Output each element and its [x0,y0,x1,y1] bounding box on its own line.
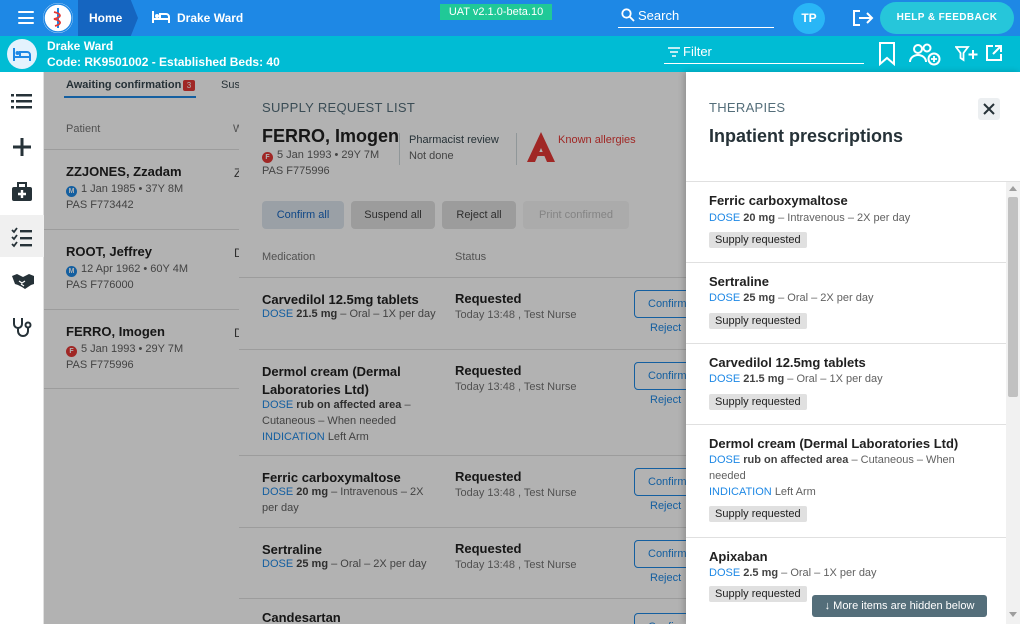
therapy-item[interactable]: Dermol cream (Dermal Laboratories Ltd) D… [686,425,1006,538]
status-badge: Supply requested [709,506,807,522]
therapy-name: Apixaban [709,549,768,564]
therapy-item[interactable]: Ferric carboxymaltose DOSE 20 mg – Intra… [686,182,1006,263]
dose-value: 20 mg [743,212,776,224]
close-button[interactable] [978,98,1000,120]
dose-value: 2.5 mg [743,567,779,579]
panel-dim-overlay [239,72,687,624]
menu-icon[interactable] [18,11,34,24]
therapy-item[interactable]: Carvedilol 12.5mg tablets DOSE 21.5 mg –… [686,344,1006,425]
scroll-up-arrow[interactable] [1009,186,1017,191]
dose-label: DOSE [709,373,741,385]
filter-placeholder: Filter [683,44,712,59]
logout-icon[interactable] [852,9,874,27]
arrow-down-icon: ↓ [824,600,831,612]
therapy-name: Ferric carboxymaltose [709,193,848,208]
scroll-down-arrow[interactable] [1009,612,1017,617]
stethoscope-icon[interactable] [0,305,44,347]
version-badge: UAT v2.1.0-beta.10 [440,4,552,20]
indication-value: Left Arm [774,486,816,498]
dose-route: – Oral – 2X per day [775,292,874,304]
modal-backdrop[interactable] [44,72,239,624]
status-badge: Supply requested [709,232,807,248]
dose-label: DOSE [709,567,741,579]
search-icon [621,8,635,22]
panel-title: THERAPIES [709,100,786,115]
medical-bag-icon[interactable] [0,170,44,212]
avatar[interactable]: TP [793,3,825,34]
more-items-text: More items are hidden below [833,600,975,612]
dose-label: DOSE [709,292,741,304]
breadcrumb-home[interactable]: Home [78,0,138,36]
more-items-hidden-banner[interactable]: ↓ More items are hidden below [812,595,987,617]
search-input[interactable]: Search [618,5,774,28]
indication-label: INDICATION [709,486,772,498]
therapy-dose: DOSE rub on affected area – Cutaneous – … [709,452,959,484]
plus-icon[interactable] [0,125,44,167]
status-badge: Supply requested [709,586,807,602]
therapy-name: Dermol cream (Dermal Laboratories Ltd) [709,436,959,451]
dose-value: 21.5 mg [743,373,785,385]
status-badge: Supply requested [709,313,807,329]
bookmark-icon[interactable] [878,42,896,69]
filter-add-icon[interactable] [954,45,979,66]
close-icon [983,103,995,115]
therapy-dose: DOSE 2.5 mg – Oral – 1X per day [709,565,979,581]
app-logo [43,3,73,33]
therapy-name: Sertraline [709,274,769,289]
search-placeholder: Search [638,8,680,23]
ward-code: Code: RK9501002 - Established Beds: 40 [47,55,280,69]
ward-name: Drake Ward [47,39,114,53]
bed-icon [151,9,171,25]
scrollbar-thumb[interactable] [1008,197,1018,397]
bed-icon [7,39,37,69]
handshake-icon[interactable] [0,260,44,302]
dose-value: rub on affected area [743,454,849,466]
therapy-dose: DOSE 25 mg – Oral – 2X per day [709,290,979,306]
checklist-icon[interactable] [0,215,44,257]
therapy-name: Carvedilol 12.5mg tablets [709,355,866,370]
therapy-indication: INDICATION Left Arm [709,484,979,500]
therapy-dose: DOSE 20 mg – Intravenous – 2X per day [709,210,979,226]
panel-subtitle: Inpatient prescriptions [709,126,904,146]
dose-route: – Oral – 1X per day [778,567,877,579]
add-user-icon[interactable] [909,42,941,69]
list-icon[interactable] [0,80,44,122]
breadcrumb-ward[interactable]: Drake Ward [177,11,243,25]
dose-label: DOSE [709,454,741,466]
dose-value: 25 mg [743,292,776,304]
open-external-icon[interactable] [985,44,1003,65]
left-nav-rail [0,72,44,624]
dose-route: – Intravenous – 2X per day [775,212,911,224]
help-feedback-button[interactable]: HELP & FEEDBACK [880,2,1014,34]
dose-label: DOSE [709,212,741,224]
dose-route: – Oral – 1X per day [784,373,883,385]
therapy-dose: DOSE 21.5 mg – Oral – 1X per day [709,371,979,387]
status-badge: Supply requested [709,394,807,410]
filter-input[interactable]: Filter [664,42,864,64]
filter-icon [668,47,680,57]
therapy-item[interactable]: Sertraline DOSE 25 mg – Oral – 2X per da… [686,263,1006,344]
